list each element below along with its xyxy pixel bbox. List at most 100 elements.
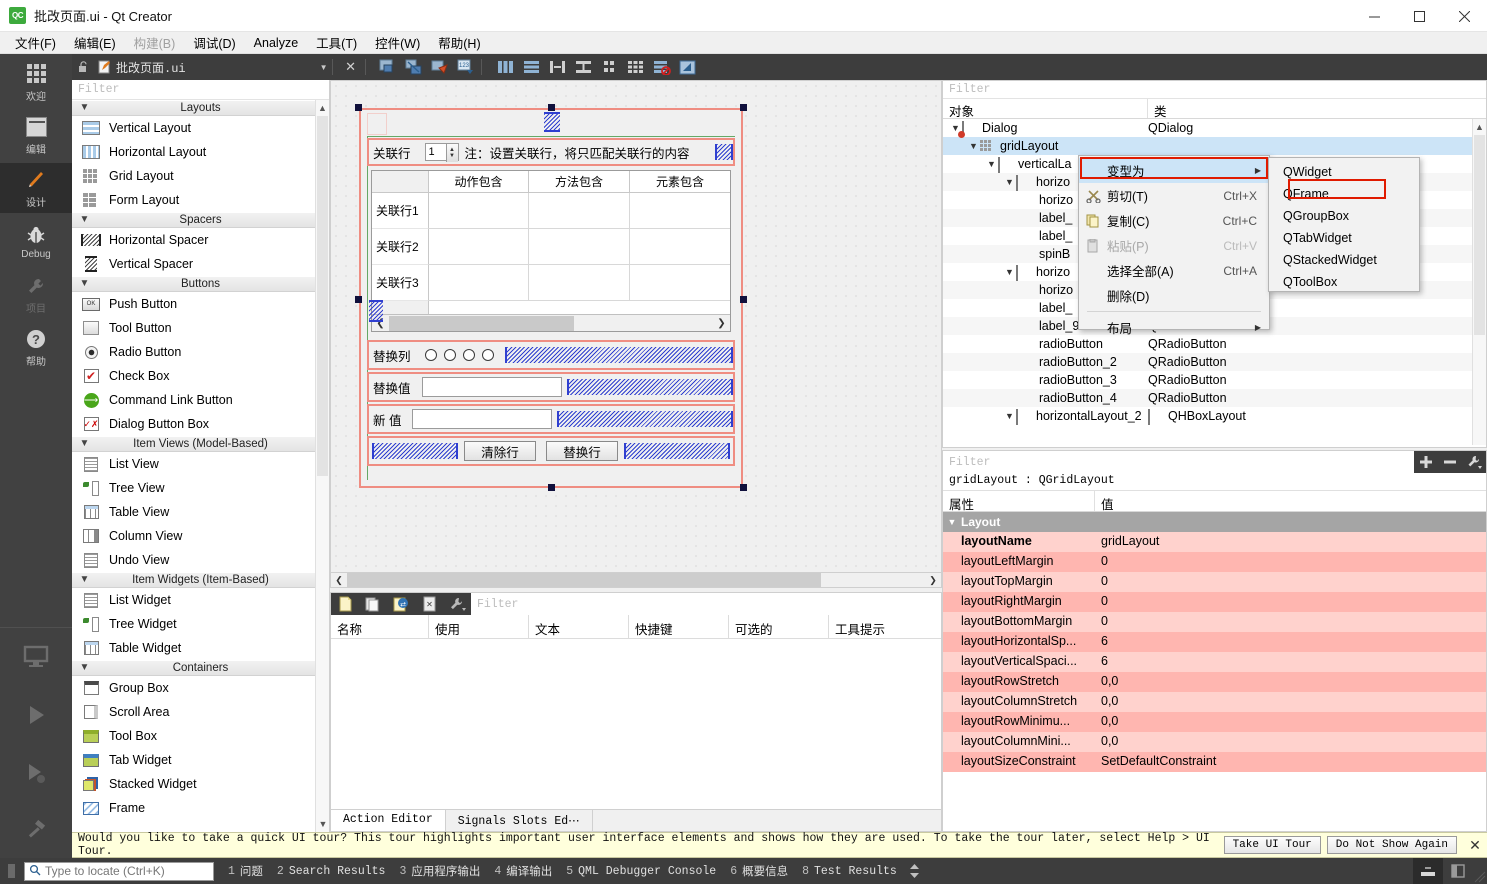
morph-into-submenu[interactable]: QWidget QFrame QGroupBox QTabWidget QSta… <box>1268 157 1420 292</box>
output-pane-issues[interactable]: 1 问题 <box>228 863 263 880</box>
kit-selector-button[interactable] <box>0 628 72 686</box>
tree-row-radiobutton-3[interactable]: radioButton_3 QRadioButton <box>943 371 1486 389</box>
break-layout-icon[interactable] <box>649 60 675 75</box>
property-col-value[interactable]: 值 <box>1095 491 1486 512</box>
scrollbar-thumb[interactable] <box>317 116 328 476</box>
spinbox-buttons[interactable]: ▲ ▼ <box>445 144 458 162</box>
chevron-down-icon[interactable]: ▼ <box>316 63 332 72</box>
up-down-arrows-icon[interactable] <box>909 863 920 879</box>
widget-item-command-link-button[interactable]: ⟶ Command Link Button <box>72 388 329 412</box>
action-editor-filter[interactable]: Filter <box>471 593 941 615</box>
activity-welcome[interactable]: 欢迎 <box>0 57 72 107</box>
edit-tab-order-icon[interactable]: 123 <box>453 59 479 75</box>
property-row-columnminimumwidth[interactable]: layoutColumnMini... 0,0 <box>943 732 1486 752</box>
row1-spacer[interactable] <box>715 144 733 160</box>
menu-analyze[interactable]: Analyze <box>245 33 307 53</box>
edit-action-icon[interactable]: ⇄ <box>387 593 415 615</box>
locator-input[interactable]: Type to locate (Ctrl+K) <box>24 861 214 881</box>
delete-action-icon[interactable]: ✕ <box>415 593 443 615</box>
widget-box-filter[interactable]: Filter <box>72 80 329 100</box>
property-editor-filter[interactable]: Filter <box>943 451 1414 473</box>
widget-item-list-widget[interactable]: List Widget <box>72 588 329 612</box>
build-button[interactable] <box>0 802 72 860</box>
chevron-right-icon[interactable]: ❯ <box>713 318 730 329</box>
scrollbar-track[interactable] <box>389 315 713 331</box>
context-menu-item-copy[interactable]: 复制(C) Ctrl+C <box>1079 208 1269 233</box>
object-inspector-scrollbar[interactable]: ▲ ▼ <box>1472 119 1486 445</box>
menu-build[interactable]: 构建(B) <box>125 30 185 55</box>
chevron-up-icon[interactable]: ▲ <box>1473 119 1486 135</box>
widget-item-stacked-widget[interactable]: Stacked Widget <box>72 772 329 796</box>
resize-handle-br[interactable] <box>740 484 747 491</box>
widget-item-tool-button[interactable]: Tool Button <box>72 316 329 340</box>
widget-group-spacers[interactable]: ▼ Spacers <box>72 212 329 228</box>
tab-signals-slots-editor[interactable]: Signals Slots Ed⋯ <box>446 810 593 831</box>
output-pane-application-output[interactable]: 3 应用程序输出 <box>399 863 480 880</box>
action-col-text[interactable]: 文本 <box>529 615 629 638</box>
action-col-shortcut[interactable]: 快捷键 <box>629 615 729 638</box>
resize-handle-tc[interactable] <box>548 104 555 111</box>
table-row-header[interactable]: 关联行3 <box>372 265 429 301</box>
submenu-item-qgroupbox[interactable]: QGroupBox <box>1269 205 1419 227</box>
widget-item-form-layout[interactable]: Form Layout <box>72 188 329 212</box>
context-menu-item-delete[interactable]: 删除(D) <box>1079 283 1269 308</box>
menu-help[interactable]: 帮助(H) <box>429 30 489 55</box>
lock-open-icon[interactable] <box>72 61 94 73</box>
close-button[interactable] <box>1442 0 1487 32</box>
edit-signals-slots-icon[interactable] <box>401 59 427 75</box>
open-file-name[interactable]: 批改页面.ui <box>116 59 186 76</box>
property-value[interactable]: 0 <box>1095 612 1486 632</box>
submenu-item-qframe[interactable]: QFrame <box>1269 183 1419 205</box>
form-row-replace-column[interactable]: 替换列 <box>367 340 735 370</box>
widget-item-table-view[interactable]: Table View <box>72 500 329 524</box>
widget-group-layouts[interactable]: ▼ Layouts <box>72 100 329 116</box>
replace-value-input[interactable] <box>421 377 562 397</box>
widget-box-scrollbar[interactable]: ▲ ▼ <box>315 100 329 832</box>
table-cell[interactable] <box>529 265 630 301</box>
chevron-down-icon[interactable]: ▼ <box>1003 411 1016 421</box>
submenu-item-qtabwidget[interactable]: QTabWidget <box>1269 227 1419 249</box>
widget-item-column-view[interactable]: Column View <box>72 524 329 548</box>
tree-row-gridlayout[interactable]: ▼ gridLayout <box>943 137 1486 155</box>
resize-handle-tl[interactable] <box>355 104 362 111</box>
form-row-new-value[interactable]: 新 值 <box>367 404 735 434</box>
action-col-used[interactable]: 使用 <box>429 615 529 638</box>
submenu-item-qtoolbox[interactable]: QToolBox <box>1269 271 1419 293</box>
clear-row-button[interactable]: 清除行 <box>464 441 536 461</box>
copy-action-icon[interactable] <box>359 593 387 615</box>
chevron-down-icon[interactable]: ▼ <box>449 153 455 159</box>
property-row-layoutname[interactable]: layoutName gridLayout <box>943 532 1486 552</box>
property-value[interactable]: gridLayout <box>1095 532 1486 552</box>
output-pane-qml-debugger-console[interactable]: 5 QML Debugger Console <box>566 865 716 878</box>
property-value[interactable]: 0,0 <box>1095 672 1486 692</box>
widget-item-check-box[interactable]: ✔ Check Box <box>72 364 329 388</box>
canvas-horizontal-scrollbar[interactable]: ❮ ❯ <box>330 572 942 588</box>
output-pane-icon[interactable] <box>1413 858 1443 884</box>
take-ui-tour-button[interactable]: Take UI Tour <box>1223 836 1321 854</box>
object-col-object[interactable]: 对象 <box>943 99 1148 119</box>
table-horizontal-scrollbar[interactable]: ❮ ❯ <box>372 314 730 331</box>
chevron-down-icon[interactable]: ▼ <box>1003 267 1016 277</box>
property-row-bottommargin[interactable]: layoutBottomMargin 0 <box>943 612 1486 632</box>
widget-item-tool-box[interactable]: Tool Box <box>72 724 329 748</box>
table-cell[interactable] <box>529 193 630 229</box>
table-cell[interactable] <box>429 229 529 265</box>
activity-debug[interactable]: Debug <box>0 216 72 266</box>
edit-widgets-icon[interactable] <box>375 59 401 75</box>
widget-group-containers[interactable]: ▼ Containers <box>72 660 329 676</box>
context-menu-item-cut[interactable]: 剪切(T) Ctrl+X <box>1079 183 1269 208</box>
context-menu-item-layout[interactable]: 布局 ▶ <box>1079 315 1269 340</box>
activity-help[interactable]: ? 帮助 <box>0 322 72 372</box>
form-design-canvas[interactable]: 关联行 1 ▲ ▼ 注：设置关联行，将只匹配关联行的内容 动作包含 方法包含 元… <box>330 80 942 578</box>
do-not-show-again-button[interactable]: Do Not Show Again <box>1326 836 1457 854</box>
object-inspector-filter[interactable]: Filter <box>943 81 1486 99</box>
buttons-right-spacer[interactable] <box>624 443 730 459</box>
table-col-2[interactable]: 方法包含 <box>529 171 630 193</box>
menu-edit[interactable]: 编辑(E) <box>65 30 125 55</box>
property-value[interactable]: 6 <box>1095 632 1486 652</box>
submenu-item-qwidget[interactable]: QWidget <box>1269 161 1419 183</box>
chevron-up-icon[interactable]: ▲ <box>316 100 329 116</box>
dialog-form[interactable]: 关联行 1 ▲ ▼ 注：设置关联行，将只匹配关联行的内容 动作包含 方法包含 元… <box>355 104 747 491</box>
output-pane-test-results[interactable]: 8 Test Results <box>802 865 897 878</box>
table-row-header[interactable]: 关联行2 <box>372 229 429 265</box>
